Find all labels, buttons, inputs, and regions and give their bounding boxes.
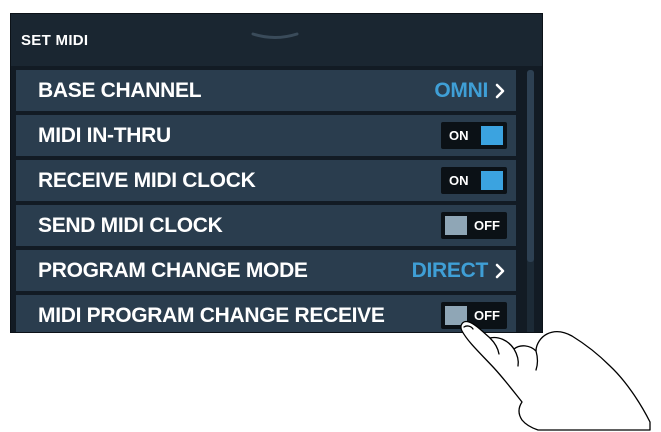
setting-label: MIDI IN-THRU xyxy=(38,124,171,147)
settings-list: BASE CHANNEL OMNI MIDI IN-THRU ON RECEIV… xyxy=(16,70,516,332)
setting-label: PROGRAM CHANGE MODE xyxy=(38,259,308,282)
toggle-state-text: ON xyxy=(449,128,469,143)
chevron-right-icon xyxy=(495,83,505,99)
setting-label: RECEIVE MIDI CLOCK xyxy=(38,169,256,192)
chevron-right-icon xyxy=(495,263,505,279)
midi-in-thru-toggle[interactable]: ON xyxy=(441,122,507,149)
setting-row-program-change-mode[interactable]: PROGRAM CHANGE MODE DIRECT xyxy=(16,250,516,291)
setting-label: MIDI PROGRAM CHANGE RECEIVE xyxy=(38,304,385,327)
setting-label: BASE CHANNEL xyxy=(38,79,202,102)
setting-row-receive-midi-clock: RECEIVE MIDI CLOCK ON xyxy=(16,160,516,201)
toggle-knob xyxy=(481,126,503,145)
setting-label: SEND MIDI CLOCK xyxy=(38,214,223,237)
toggle-state-text: OFF xyxy=(474,218,500,233)
scrollbar-thumb[interactable] xyxy=(527,70,534,262)
setting-value: OMNI xyxy=(434,79,488,102)
toggle-knob xyxy=(445,216,467,235)
setting-row-send-midi-clock: SEND MIDI CLOCK OFF xyxy=(16,205,516,246)
send-midi-clock-toggle[interactable]: OFF xyxy=(441,212,507,239)
toggle-state-text: ON xyxy=(449,173,469,188)
toggle-knob xyxy=(481,171,503,190)
setting-row-base-channel[interactable]: BASE CHANNEL OMNI xyxy=(16,70,516,111)
setting-value: DIRECT xyxy=(411,259,489,282)
setting-row-midi-in-thru: MIDI IN-THRU ON xyxy=(16,115,516,156)
toggle-state-text: OFF xyxy=(474,308,500,323)
setting-row-midi-program-change-receive: MIDI PROGRAM CHANGE RECEIVE OFF xyxy=(16,295,516,332)
set-midi-screen: SET MIDI BASE CHANNEL OMNI MIDI IN-THRU … xyxy=(10,13,543,333)
screen-title: SET MIDI xyxy=(21,32,89,49)
screen-header: SET MIDI xyxy=(11,14,542,66)
chevron-down-icon[interactable] xyxy=(251,32,299,42)
receive-midi-clock-toggle[interactable]: ON xyxy=(441,167,507,194)
toggle-knob xyxy=(445,306,467,325)
midi-program-change-receive-toggle[interactable]: OFF xyxy=(441,302,507,329)
